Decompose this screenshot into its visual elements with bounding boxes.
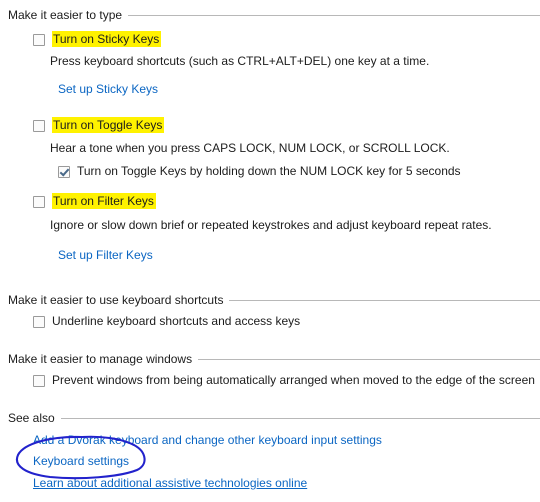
toggle-keys-row[interactable]: Turn on Toggle Keys — [0, 117, 540, 133]
section-header-type: Make it easier to type — [0, 8, 540, 22]
highlight-marker: Turn on Toggle Keys — [52, 117, 165, 133]
section-divider — [198, 358, 540, 360]
underline-shortcuts-label[interactable]: Underline keyboard shortcuts and access … — [52, 314, 300, 329]
filter-keys-checkbox[interactable] — [33, 196, 45, 208]
see-also-link-keyboard-settings[interactable]: Keyboard settings — [33, 454, 129, 468]
section-header-windows: Make it easier to manage windows — [0, 352, 540, 366]
setup-filter-keys-linkrow: Set up Filter Keys — [0, 248, 540, 262]
toggle-keys-label[interactable]: Turn on Toggle Keys — [52, 117, 165, 133]
section-header-type-label: Make it easier to type — [8, 8, 123, 22]
prevent-arrange-checkbox[interactable] — [33, 375, 45, 387]
toggle-keys-description: Hear a tone when you press CAPS LOCK, NU… — [50, 141, 450, 155]
toggle-keys-numlock-label[interactable]: Turn on Toggle Keys by holding down the … — [77, 164, 461, 179]
setup-sticky-keys-linkrow: Set up Sticky Keys — [0, 82, 540, 96]
section-divider — [128, 14, 540, 16]
sticky-keys-description: Press keyboard shortcuts (such as CTRL+A… — [50, 54, 430, 68]
setup-sticky-keys-link[interactable]: Set up Sticky Keys — [58, 82, 158, 96]
see-also-link-dvorak[interactable]: Add a Dvorak keyboard and change other k… — [33, 433, 382, 447]
toggle-keys-numlock-row[interactable]: Turn on Toggle Keys by holding down the … — [0, 164, 540, 179]
sticky-keys-checkbox[interactable] — [33, 34, 45, 46]
section-header-see-also: See also — [0, 411, 540, 425]
section-header-shortcuts: Make it easier to use keyboard shortcuts — [0, 293, 540, 307]
sticky-keys-row[interactable]: Turn on Sticky Keys — [0, 31, 540, 47]
underline-shortcuts-checkbox[interactable] — [33, 316, 45, 328]
sticky-keys-label[interactable]: Turn on Sticky Keys — [52, 31, 162, 47]
underline-shortcuts-row[interactable]: Underline keyboard shortcuts and access … — [0, 314, 540, 329]
section-header-shortcuts-label: Make it easier to use keyboard shortcuts — [8, 293, 224, 307]
prevent-arrange-label[interactable]: Prevent windows from being automatically… — [52, 373, 535, 388]
section-header-see-also-label: See also — [8, 411, 55, 425]
filter-keys-row[interactable]: Turn on Filter Keys — [0, 193, 540, 209]
filter-keys-description: Ignore or slow down brief or repeated ke… — [50, 218, 492, 232]
section-header-windows-label: Make it easier to manage windows — [8, 352, 193, 366]
see-also-link-assistive-tech-row: Learn about additional assistive technol… — [0, 476, 540, 490]
highlight-marker: Turn on Sticky Keys — [52, 31, 162, 47]
filter-keys-label[interactable]: Turn on Filter Keys — [52, 193, 156, 209]
see-also-link-dvorak-row: Add a Dvorak keyboard and change other k… — [0, 433, 540, 447]
highlight-marker: Turn on Filter Keys — [52, 193, 156, 209]
section-divider — [229, 299, 540, 301]
setup-filter-keys-link[interactable]: Set up Filter Keys — [58, 248, 153, 262]
see-also-link-keyboard-settings-row: Keyboard settings — [0, 454, 540, 468]
toggle-keys-checkbox[interactable] — [33, 120, 45, 132]
prevent-arrange-row[interactable]: Prevent windows from being automatically… — [0, 373, 540, 388]
ease-of-access-keyboard-panel: Make it easier to type Turn on Sticky Ke… — [0, 0, 540, 502]
toggle-keys-numlock-checkbox[interactable] — [58, 166, 70, 178]
see-also-link-assistive-tech[interactable]: Learn about additional assistive technol… — [33, 476, 307, 490]
section-divider — [60, 417, 540, 419]
